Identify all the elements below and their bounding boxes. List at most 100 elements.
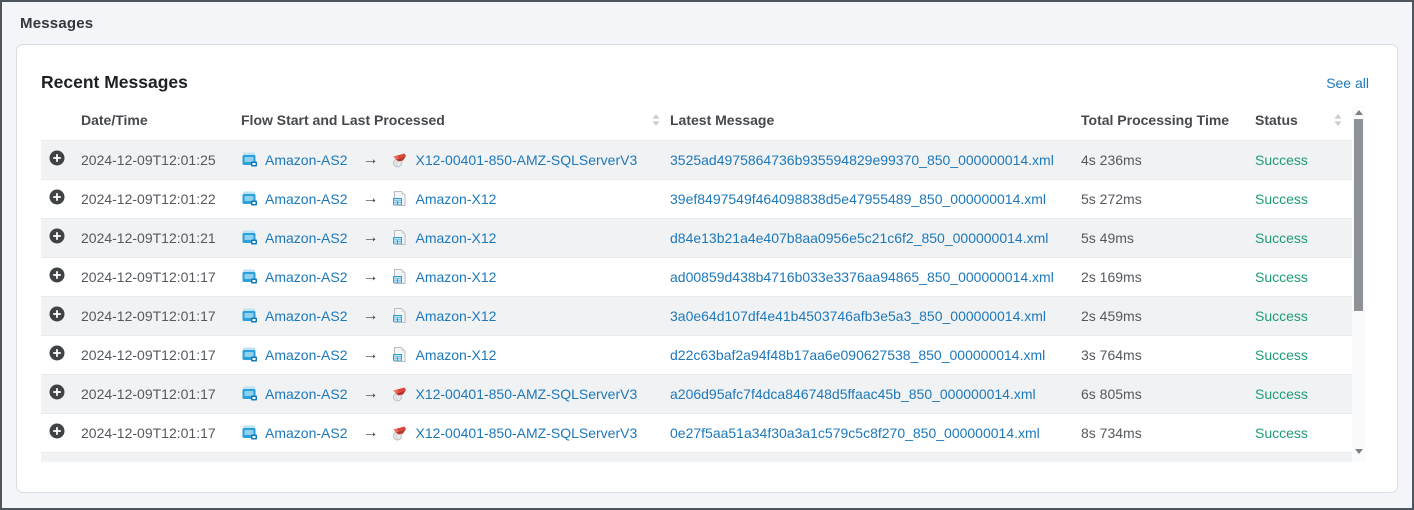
sort-carets-icon[interactable] bbox=[1334, 114, 1342, 126]
recent-messages-card: Recent Messages See all Date/Time Flow S… bbox=[16, 44, 1398, 493]
flow-end-link[interactable]: X12-00401-850-AMZ-SQLServerV3 bbox=[415, 152, 637, 168]
flow-start-link[interactable]: Amazon-AS2 bbox=[265, 308, 347, 324]
processing-time: 4s 236ms bbox=[1081, 152, 1142, 168]
arrow-right-icon: → bbox=[354, 307, 384, 325]
as2-connector-icon bbox=[241, 229, 258, 246]
flow-end-link[interactable]: X12-00401-850-AMZ-SQLServerV3 bbox=[415, 425, 637, 441]
row-datetime: 2024-12-09T12:01:17 bbox=[81, 425, 216, 441]
card-header: Recent Messages See all bbox=[17, 45, 1397, 93]
flow-end-link[interactable]: Amazon-X12 bbox=[415, 347, 496, 363]
status-label: Success bbox=[1255, 425, 1308, 441]
latest-message-link[interactable]: ad00859d438b4716b033e3376aa94865_850_000… bbox=[670, 269, 1054, 285]
sqlserver-icon bbox=[391, 385, 408, 402]
expand-row-button[interactable] bbox=[49, 228, 65, 244]
row-datetime: 2024-12-09T12:01:25 bbox=[81, 152, 216, 168]
row-datetime: 2024-12-09T12:01:17 bbox=[81, 347, 216, 363]
latest-message-link[interactable]: 0e27f5aa51a34f30a3a1c579c5c8f270_850_000… bbox=[670, 425, 1040, 441]
latest-message-link[interactable]: 39ef8497549f464098838d5e47955489_850_000… bbox=[670, 191, 1046, 207]
latest-message-link[interactable]: d22c63baf2a94f48b17aa6e090627538_850_000… bbox=[670, 347, 1045, 363]
column-header-flow[interactable]: Flow Start and Last Processed bbox=[241, 106, 670, 140]
column-header-message: Latest Message bbox=[670, 106, 1081, 140]
latest-message-link[interactable]: a206d95afc7f4dca846748d5ffaac45b_850_000… bbox=[670, 386, 1036, 402]
processing-time: 5s 49ms bbox=[1081, 230, 1134, 246]
status-label: Success bbox=[1255, 152, 1308, 168]
expand-row-button[interactable] bbox=[49, 384, 65, 400]
processing-time: 5s 272ms bbox=[1081, 191, 1142, 207]
x12-document-icon bbox=[391, 268, 408, 285]
expand-plus-icon bbox=[49, 423, 65, 439]
messages-panel: Messages Recent Messages See all Date/Ti… bbox=[0, 0, 1414, 510]
flow-end-link[interactable]: Amazon-X12 bbox=[415, 191, 496, 207]
table-row: → bbox=[41, 452, 1352, 462]
expand-plus-icon bbox=[49, 306, 65, 322]
as2-connector-icon bbox=[241, 307, 258, 324]
as2-connector-icon bbox=[241, 346, 258, 363]
x12-document-icon bbox=[391, 346, 408, 363]
status-label: Success bbox=[1255, 347, 1308, 363]
expand-plus-icon bbox=[49, 228, 65, 244]
see-all-link[interactable]: See all bbox=[1326, 75, 1369, 91]
column-header-status[interactable]: Status bbox=[1255, 106, 1352, 140]
expand-row-button[interactable] bbox=[49, 267, 65, 283]
x12-document-icon bbox=[391, 190, 408, 207]
flow-start-link[interactable]: Amazon-AS2 bbox=[265, 230, 347, 246]
flow-end-link[interactable]: Amazon-X12 bbox=[415, 230, 496, 246]
table-row: 2024-12-09T12:01:22 Amazon-AS2 → bbox=[41, 179, 1352, 218]
vertical-scrollbar[interactable] bbox=[1352, 106, 1365, 462]
expand-plus-icon bbox=[49, 384, 65, 400]
status-label: Success bbox=[1255, 308, 1308, 324]
processing-time: 3s 764ms bbox=[1081, 347, 1142, 363]
status-label: Success bbox=[1255, 191, 1308, 207]
latest-message-link[interactable]: d84e13b21a4e407b8aa0956e5c21c6f2_850_000… bbox=[670, 230, 1048, 246]
as2-connector-icon bbox=[241, 385, 258, 402]
messages-table-viewport: Date/Time Flow Start and Last Processed … bbox=[41, 106, 1365, 462]
messages-table: Date/Time Flow Start and Last Processed … bbox=[41, 106, 1352, 462]
flow-end-link[interactable]: X12-00401-850-AMZ-SQLServerV3 bbox=[415, 386, 637, 402]
sort-carets-icon[interactable] bbox=[652, 114, 660, 126]
scroll-down-arrow-icon[interactable] bbox=[1352, 446, 1365, 457]
arrow-right-icon: → bbox=[354, 346, 384, 364]
table-header-row: Date/Time Flow Start and Last Processed … bbox=[41, 106, 1352, 140]
flow-start-link[interactable]: Amazon-AS2 bbox=[265, 386, 347, 402]
card-title: Recent Messages bbox=[41, 72, 188, 93]
expand-row-button[interactable] bbox=[49, 423, 65, 439]
flow-start-link[interactable]: Amazon-AS2 bbox=[265, 347, 347, 363]
sqlserver-icon bbox=[391, 424, 408, 441]
arrow-right-icon: → bbox=[354, 424, 384, 442]
table-row: 2024-12-09T12:01:17 Amazon-AS2 → bbox=[41, 374, 1352, 413]
table-row: 2024-12-09T12:01:17 Amazon-AS2 → bbox=[41, 296, 1352, 335]
flow-start-link[interactable]: Amazon-AS2 bbox=[265, 152, 347, 168]
row-datetime: 2024-12-09T12:01:17 bbox=[81, 308, 216, 324]
column-header-datetime: Date/Time bbox=[81, 106, 241, 140]
latest-message-link[interactable]: 3525ad4975864736b935594829e99370_850_000… bbox=[670, 152, 1054, 168]
table-row: 2024-12-09T12:01:17 Amazon-AS2 → bbox=[41, 413, 1352, 452]
expand-row-button[interactable] bbox=[49, 345, 65, 361]
flow-start-link[interactable]: Amazon-AS2 bbox=[265, 191, 347, 207]
column-header-expand bbox=[41, 106, 81, 140]
arrow-right-icon: → bbox=[354, 385, 384, 403]
expand-plus-icon bbox=[49, 189, 65, 205]
expand-row-button[interactable] bbox=[49, 150, 65, 166]
flow-start-link[interactable]: Amazon-AS2 bbox=[265, 425, 347, 441]
expand-row-button[interactable] bbox=[49, 306, 65, 322]
table-row: 2024-12-09T12:01:25 Amazon-AS2 → bbox=[41, 140, 1352, 179]
sqlserver-icon bbox=[391, 151, 408, 168]
expand-plus-icon bbox=[49, 345, 65, 361]
processing-time: 2s 169ms bbox=[1081, 269, 1142, 285]
as2-connector-icon bbox=[241, 424, 258, 441]
arrow-right-icon: → bbox=[354, 190, 384, 208]
scrollbar-thumb[interactable] bbox=[1354, 119, 1363, 311]
table-row: 2024-12-09T12:01:17 Amazon-AS2 → bbox=[41, 335, 1352, 374]
as2-connector-icon bbox=[241, 190, 258, 207]
row-datetime: 2024-12-09T12:01:17 bbox=[81, 269, 216, 285]
flow-start-link[interactable]: Amazon-AS2 bbox=[265, 269, 347, 285]
scroll-up-arrow-icon[interactable] bbox=[1352, 107, 1365, 118]
flow-end-link[interactable]: Amazon-X12 bbox=[415, 269, 496, 285]
column-header-time: Total Processing Time bbox=[1081, 106, 1255, 140]
expand-plus-icon bbox=[49, 150, 65, 166]
flow-end-link[interactable]: Amazon-X12 bbox=[415, 308, 496, 324]
processing-time: 6s 805ms bbox=[1081, 386, 1142, 402]
expand-row-button[interactable] bbox=[49, 189, 65, 205]
arrow-right-icon: → bbox=[354, 151, 384, 169]
latest-message-link[interactable]: 3a0e64d107df4e41b4503746afb3e5a3_850_000… bbox=[670, 308, 1046, 324]
